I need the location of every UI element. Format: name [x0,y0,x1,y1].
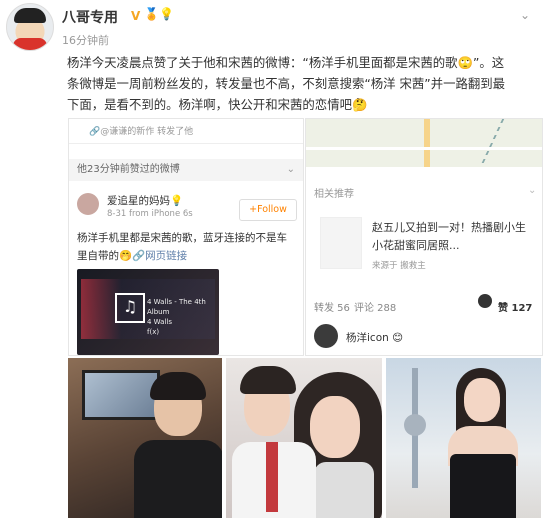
recommend-thumbnail[interactable] [320,217,362,269]
repost-count[interactable]: 转发 56 [314,299,350,314]
chevron-down-icon: ⌄ [286,164,295,175]
liked-weibo-text: 杨洋手机里都是宋茜的歌，蓝牙连接的不是车里自带的🤭🔗网页链接 [77,232,287,262]
car-screen-photo: ♫ 4 Walls - The 4th Album 4 Walls f(x) [77,269,219,355]
photo-couple[interactable] [226,358,382,518]
music-album-icon: ♫ [115,293,145,323]
map-thumbnail [306,119,542,167]
like-count[interactable]: 赞 127 [498,299,532,314]
post-time[interactable]: 16分钟前 [62,32,109,48]
repost-link-bar: 🔗@谦谦的新作 转发了他 [69,119,303,144]
web-link[interactable]: 🔗网页链接 [132,250,187,262]
username[interactable]: 八哥专用 [62,7,118,27]
post-text: 杨洋今天凌晨点赞了关于他和宋茜的微博：“杨洋手机里面都是宋茜的歌🙄”。这 条微博… [67,55,506,112]
screenshot-recommendation: 相关推荐 ⌄ 赵五儿又拍到一对！热播剧小生小花甜蜜同居照... 来源于 搬救主 … [305,118,543,356]
liked-weibo-header[interactable]: 他23分钟前赞过的微博 ⌄ [69,159,303,181]
liker-thumb-icon [478,294,492,308]
author-name[interactable]: 爱追星的妈妈💡 [107,193,183,208]
recommend-title: 相关推荐 [314,189,354,200]
photo-yangyang-tv[interactable] [68,358,222,518]
more-options-chevron-icon[interactable]: ⌄ [520,8,530,22]
recommend-source: 来源于 搬救主 [372,261,426,271]
liker-avatar[interactable] [314,324,338,348]
author-meta: 8-31 from iPhone 6s [107,209,193,219]
recommend-text[interactable]: 赵五儿又拍到一对！热播剧小生小花甜蜜同居照... [372,219,532,255]
liker-name[interactable]: 杨洋icon 😊 [346,330,403,345]
level-badges-icon: 🏅💡 [144,7,174,21]
screenshot-liked-weibo: 🔗@谦谦的新作 转发了他 他23分钟前赞过的微博 ⌄ 爱追星的妈妈💡 8-31 … [68,118,304,356]
follow-button[interactable]: +Follow [239,199,297,221]
author-avatar[interactable] [77,193,99,215]
song-info: 4 Walls - The 4th Album 4 Walls f(x) [147,298,206,336]
photo-songqian[interactable] [386,358,541,518]
verified-badge-icon: V [131,9,141,23]
user-avatar[interactable] [6,3,54,51]
comment-count[interactable]: 评论 288 [354,299,396,314]
chevron-down-icon[interactable]: ⌄ [528,185,536,196]
